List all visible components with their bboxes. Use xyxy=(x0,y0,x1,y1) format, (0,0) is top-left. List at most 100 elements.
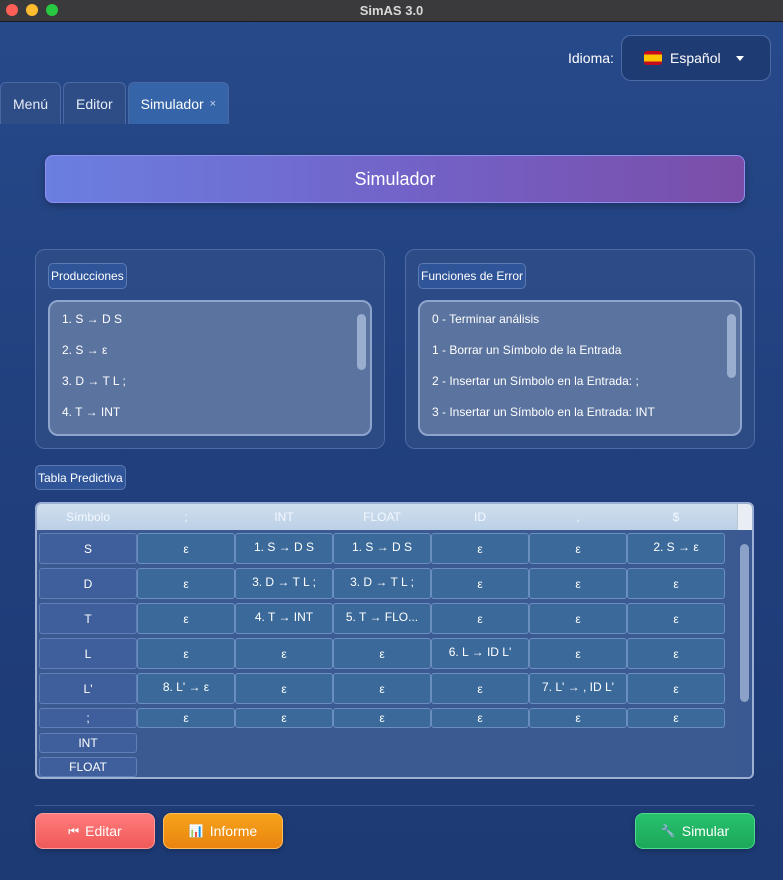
maximize-window-button[interactable] xyxy=(46,4,58,16)
table-cell[interactable]: ε xyxy=(627,638,725,669)
table-column-header[interactable]: Símbolo xyxy=(39,504,137,530)
tab-bar: Menú Editor Simulador × xyxy=(0,82,231,124)
table-cell[interactable]: ε xyxy=(529,603,627,634)
table-cell[interactable]: 3. D → T L ; xyxy=(235,568,333,599)
table-row-symbol[interactable]: L xyxy=(39,638,137,669)
productions-list[interactable]: 1. S → D S 2. S → ε 3. D → T L ; 4. T → … xyxy=(48,300,372,436)
table-column-header[interactable]: , xyxy=(529,504,627,530)
list-item[interactable]: 2. S → ε xyxy=(50,341,370,372)
table-cell[interactable]: 2. S → ε xyxy=(627,533,725,564)
table-cell[interactable]: ε xyxy=(137,708,235,728)
table-cell[interactable]: ε xyxy=(333,708,431,728)
table-cell[interactable]: ε xyxy=(627,568,725,599)
table-cell[interactable]: 3. D → T L ; xyxy=(333,568,431,599)
report-button[interactable]: 📊 Informe xyxy=(163,813,283,849)
chevron-down-icon xyxy=(736,56,744,61)
table-scrollbar-thumb[interactable] xyxy=(740,544,749,702)
table-cell[interactable]: ε xyxy=(627,673,725,704)
table-cell[interactable]: 7. L' → , ID L' xyxy=(529,673,627,704)
list-item[interactable]: 1. S → D S xyxy=(50,310,370,341)
table-cell[interactable]: ε xyxy=(235,638,333,669)
report-button-label: Informe xyxy=(209,823,258,839)
minimize-window-button[interactable] xyxy=(26,4,38,16)
list-item[interactable]: 3. D → T L ; xyxy=(50,372,370,403)
predictive-table: Símbolo; INT FLOAT ID, $ Sε 1. S → D S 1. S → … xyxy=(35,502,754,779)
list-item[interactable]: 2 - Insertar un Símbolo en la Entrada: ; xyxy=(420,372,740,403)
page-title: Simulador xyxy=(354,168,436,189)
table-cell[interactable]: ε xyxy=(529,568,627,599)
table-cell[interactable]: 8. L' → ε xyxy=(137,673,235,704)
edit-button-label: Editar xyxy=(85,823,122,839)
table-row-symbol[interactable]: S xyxy=(39,533,137,564)
table-cell[interactable]: ε xyxy=(333,638,431,669)
page-title-banner: Simulador xyxy=(45,155,745,203)
table-cell[interactable]: 5. T → FLO... xyxy=(333,603,431,634)
language-label: Idioma: xyxy=(568,50,614,66)
table-cell[interactable]: ε xyxy=(431,673,529,704)
edit-button[interactable]: ⏮ Editar xyxy=(35,813,155,849)
table-cell[interactable]: 1. S → D S xyxy=(235,533,333,564)
list-item[interactable]: 4. T → INT xyxy=(50,403,370,434)
table-cell[interactable]: ε xyxy=(333,673,431,704)
table-column-header[interactable]: INT xyxy=(235,504,333,530)
table-row-symbol[interactable]: ; xyxy=(39,708,137,728)
simulate-button-label: Simular xyxy=(681,823,730,839)
list-item[interactable]: 0 - Terminar análisis xyxy=(420,310,740,341)
table-cell[interactable]: ε xyxy=(529,638,627,669)
error-functions-title: Funciones de Error xyxy=(418,263,527,289)
report-icon: 📊 xyxy=(188,824,204,838)
language-value: Español xyxy=(670,50,721,66)
table-header-corner xyxy=(737,504,752,530)
table-cell[interactable]: ε xyxy=(431,568,529,599)
table-cell[interactable]: ε xyxy=(529,708,627,728)
tab-editor[interactable]: Editor xyxy=(63,82,126,124)
spain-flag-icon xyxy=(644,51,662,65)
productions-title: Producciones xyxy=(48,263,127,289)
table-column-header[interactable]: ID xyxy=(431,504,529,530)
window-title: SimAS 3.0 xyxy=(359,3,424,18)
list-item[interactable]: 3 - Insertar un Símbolo en la Entrada: I… xyxy=(420,403,740,434)
error-functions-panel: Funciones de Error 0 - Terminar análisis… xyxy=(405,249,755,449)
table-cell[interactable]: ε xyxy=(431,533,529,564)
table-column-header[interactable]: ; xyxy=(137,504,235,530)
table-cell[interactable]: 6. L → ID L' xyxy=(431,638,529,669)
table-row-symbol[interactable]: D xyxy=(39,568,137,599)
table-cell[interactable]: ε xyxy=(137,603,235,634)
table-cell[interactable]: ε xyxy=(137,568,235,599)
table-row-symbol[interactable]: L' xyxy=(39,673,137,704)
simulate-button[interactable]: 🔧 Simular xyxy=(635,813,755,849)
productions-panel: Producciones 1. S → D S 2. S → ε 3. D → … xyxy=(35,249,385,449)
table-row-symbol[interactable]: INT xyxy=(39,733,137,753)
tab-simulator[interactable]: Simulador × xyxy=(127,82,230,124)
table-cell[interactable]: ε xyxy=(235,673,333,704)
window-titlebar: SimAS 3.0 xyxy=(0,0,783,22)
table-cell[interactable]: ε xyxy=(137,533,235,564)
table-cell[interactable]: ε xyxy=(627,603,725,634)
table-cell[interactable]: ε xyxy=(627,708,725,728)
table-column-header[interactable]: FLOAT xyxy=(333,504,431,530)
table-cell[interactable]: ε xyxy=(431,708,529,728)
productions-scrollbar[interactable] xyxy=(357,314,366,370)
tab-menu-label: Menú xyxy=(13,95,49,112)
error-functions-list[interactable]: 0 - Terminar análisis 1 - Borrar un Símb… xyxy=(418,300,742,436)
table-cell[interactable]: ε xyxy=(235,708,333,728)
language-select[interactable]: Español xyxy=(621,35,771,81)
table-cell[interactable]: ε xyxy=(529,533,627,564)
table-cell[interactable]: ε xyxy=(431,603,529,634)
table-header: Símbolo; INT FLOAT ID, $ xyxy=(37,504,737,530)
table-column-header[interactable]: $ xyxy=(627,504,725,530)
table-cell[interactable]: 1. S → D S xyxy=(333,533,431,564)
table-row-symbol[interactable]: FLOAT xyxy=(39,757,137,777)
predictive-table-title: Tabla Predictiva xyxy=(35,465,126,490)
table-row-symbol[interactable]: T xyxy=(39,603,137,634)
table-cell[interactable]: ε xyxy=(137,638,235,669)
close-tab-icon[interactable]: × xyxy=(210,98,216,110)
wrench-icon: 🔧 xyxy=(660,824,676,838)
list-item[interactable]: 1 - Borrar un Símbolo de la Entrada xyxy=(420,341,740,372)
tab-editor-label: Editor xyxy=(76,95,113,112)
tab-menu[interactable]: Menú xyxy=(0,82,62,124)
close-window-button[interactable] xyxy=(6,4,18,16)
table-cell[interactable]: 4. T → INT xyxy=(235,603,333,634)
error-functions-scrollbar[interactable] xyxy=(727,314,736,378)
tab-simulator-label: Simulador xyxy=(140,95,204,112)
